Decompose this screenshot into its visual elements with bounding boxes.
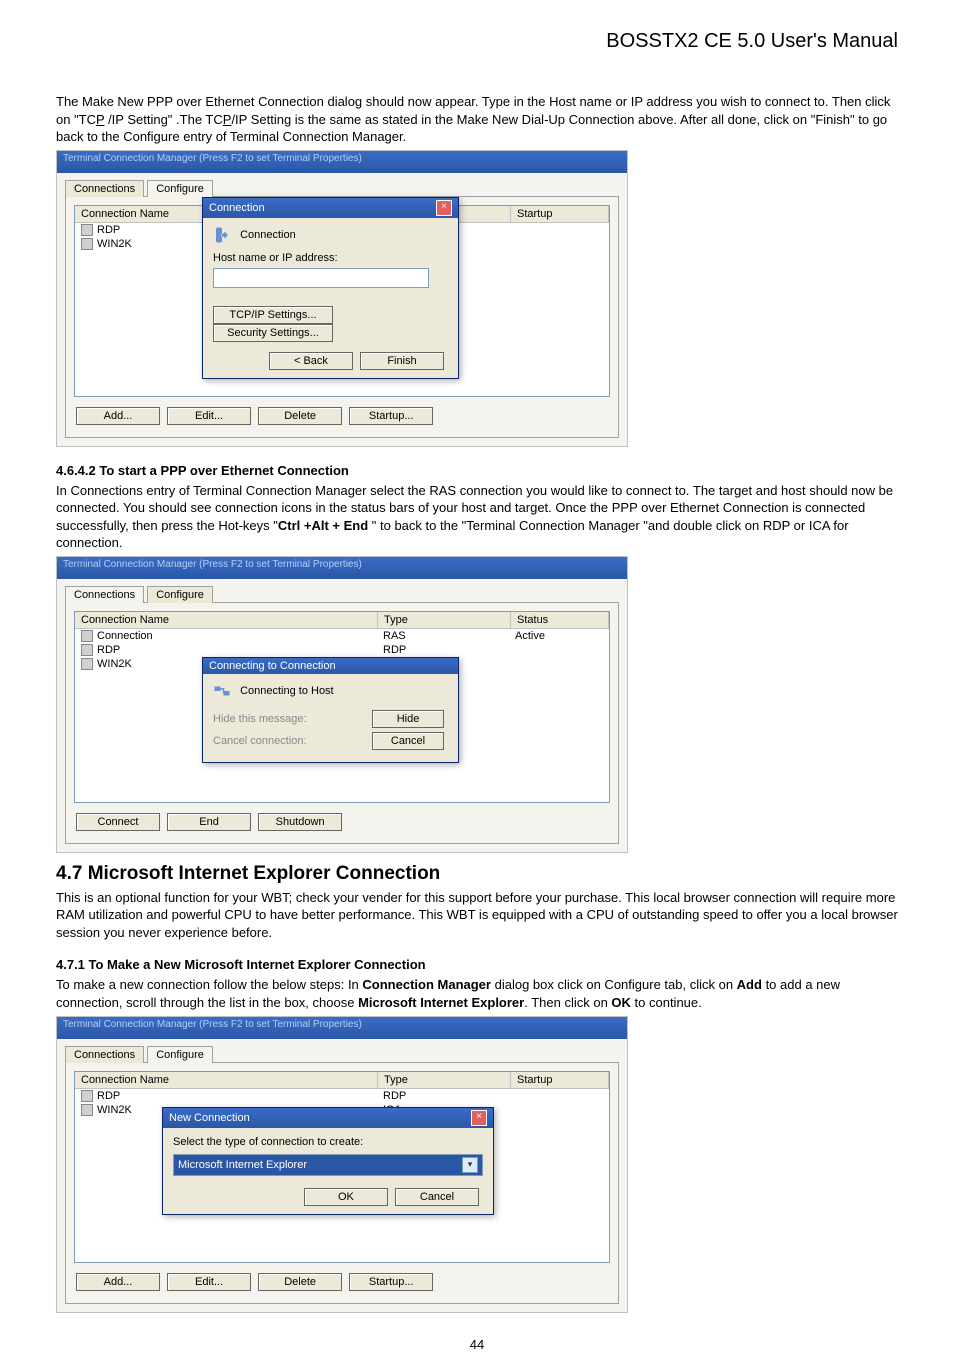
close-icon[interactable]: ×	[471, 1110, 487, 1126]
paragraph-ie-intro: This is an optional function for your WB…	[56, 889, 898, 942]
col-header-type: Type	[378, 1072, 511, 1088]
text-bold: Connection Manager	[362, 977, 491, 992]
text-bold: OK	[611, 995, 631, 1010]
delete-button[interactable]: Delete	[258, 1273, 342, 1291]
text-span: To make a new connection follow the belo…	[56, 977, 362, 992]
select-label: Select the type of connection to create:	[173, 1136, 483, 1148]
connection-icon	[81, 1090, 93, 1102]
text-span: to continue.	[631, 995, 702, 1010]
hide-msg-label: Hide this message:	[213, 713, 307, 725]
screenshot-tcm-configure-ppp-dialog: Terminal Connection Manager (Press F2 to…	[56, 150, 628, 447]
connect-button[interactable]: Connect	[76, 813, 160, 831]
host-input[interactable]	[213, 268, 429, 288]
startup-button[interactable]: Startup...	[349, 1273, 433, 1291]
finish-button[interactable]: Finish	[360, 352, 444, 370]
tab-configure[interactable]: Configure	[147, 180, 213, 197]
text-bold: Add	[737, 977, 762, 992]
col-header-startup: Startup	[511, 1072, 609, 1088]
paragraph-ie-steps: To make a new connection follow the belo…	[56, 976, 898, 1011]
dialog-title: Connection	[209, 202, 265, 214]
dialog-title: New Connection	[169, 1112, 250, 1124]
text-bold: Ctrl +Alt + End	[278, 518, 368, 533]
text-span: dialog box click on Configure tab, click…	[491, 977, 737, 992]
tab-configure[interactable]: Configure	[147, 586, 213, 603]
row-type: RDP	[377, 1089, 509, 1103]
connection-icon	[81, 658, 93, 670]
phone-icon	[213, 226, 231, 244]
text-bold: Microsoft Internet Explorer	[358, 995, 524, 1010]
tcm-titlebar: Terminal Connection Manager (Press F2 to…	[57, 557, 627, 579]
heading-471: 4.7.1 To Make a New Microsoft Internet E…	[56, 957, 898, 972]
col-header-status: Status	[511, 612, 609, 628]
connecting-msg: Connecting to Host	[240, 685, 334, 697]
shutdown-button[interactable]: Shutdown	[258, 813, 342, 831]
security-settings-button[interactable]: Security Settings...	[213, 324, 333, 342]
heading-4642: 4.6.4.2 To start a PPP over Ethernet Con…	[56, 463, 898, 478]
row-name: RDP	[97, 644, 120, 656]
connection-icon	[81, 238, 93, 250]
page-header-title: BOSSTX2 CE 5.0 User's Manual	[56, 30, 898, 53]
col-header-startup: Startup	[511, 206, 609, 222]
col-header-type: Type	[378, 612, 511, 628]
connection-icon	[81, 224, 93, 236]
paragraph-start-ppp: In Connections entry of Terminal Connect…	[56, 482, 898, 552]
cancel-button[interactable]: Cancel	[395, 1188, 479, 1206]
tab-configure[interactable]: Configure	[147, 1046, 213, 1063]
close-icon[interactable]: ×	[436, 200, 452, 216]
edit-button[interactable]: Edit...	[167, 1273, 251, 1291]
row-type: RDP	[377, 643, 509, 657]
select-value: Microsoft Internet Explorer	[178, 1159, 307, 1171]
tab-connections[interactable]: Connections	[65, 586, 144, 603]
edit-button[interactable]: Edit...	[167, 407, 251, 425]
paragraph-intro-ppp-dialog: The Make New PPP over Ethernet Connectio…	[56, 93, 898, 146]
tcm-titlebar: Terminal Connection Manager (Press F2 to…	[57, 1017, 627, 1039]
startup-button[interactable]: Startup...	[349, 407, 433, 425]
row-name: WIN2K	[97, 1104, 132, 1116]
row-type: RAS	[377, 629, 509, 643]
connection-icon	[81, 630, 93, 642]
page-number: 44	[56, 1337, 898, 1352]
ok-button[interactable]: OK	[304, 1188, 388, 1206]
tcpip-settings-button[interactable]: TCP/IP Settings...	[213, 306, 333, 324]
end-button[interactable]: End	[167, 813, 251, 831]
list-item[interactable]: RDP RDP	[75, 1089, 609, 1103]
cancel-button[interactable]: Cancel	[372, 732, 444, 750]
row-name: RDP	[97, 224, 120, 236]
cancel-conn-label: Cancel connection:	[213, 735, 307, 747]
network-icon	[213, 682, 231, 700]
host-label: Host name or IP address:	[213, 252, 448, 264]
delete-button[interactable]: Delete	[258, 407, 342, 425]
screenshot-tcm-new-connection: Terminal Connection Manager (Press F2 to…	[56, 1016, 628, 1313]
hide-button[interactable]: Hide	[372, 710, 444, 728]
chevron-down-icon[interactable]: ▾	[462, 1157, 478, 1173]
connection-dialog: Connection × Connection Host name or IP …	[202, 197, 459, 379]
connecting-dialog: Connecting to Connection Connecting to H…	[202, 657, 459, 763]
dialog-title: Connecting to Connection	[209, 660, 336, 672]
screenshot-tcm-connecting: Terminal Connection Manager (Press F2 to…	[56, 556, 628, 853]
connection-icon	[81, 644, 93, 656]
connection-type-select[interactable]: Microsoft Internet Explorer ▾	[173, 1154, 483, 1176]
dialog-name-label: Connection	[240, 229, 296, 241]
connection-icon	[81, 1104, 93, 1116]
row-name: RDP	[97, 1090, 120, 1102]
tab-connections[interactable]: Connections	[65, 1046, 144, 1063]
tab-connections[interactable]: Connections	[65, 180, 144, 197]
row-name: WIN2K	[97, 238, 132, 250]
col-header-name: Connection Name	[75, 1072, 378, 1088]
add-button[interactable]: Add...	[76, 407, 160, 425]
row-status: Active	[509, 629, 609, 643]
list-item[interactable]: Connection RAS Active	[75, 629, 609, 643]
row-name: WIN2K	[97, 658, 132, 670]
text-span: . Then click on	[524, 995, 611, 1010]
back-button[interactable]: < Back	[269, 352, 353, 370]
tcm-titlebar: Terminal Connection Manager (Press F2 to…	[57, 151, 627, 173]
add-button[interactable]: Add...	[76, 1273, 160, 1291]
new-connection-dialog: New Connection × Select the type of conn…	[162, 1107, 494, 1215]
row-name: Connection	[97, 630, 153, 642]
list-item[interactable]: RDP RDP	[75, 643, 609, 657]
heading-47: 4.7 Microsoft Internet Explorer Connecti…	[56, 863, 898, 885]
col-header-name: Connection Name	[75, 612, 378, 628]
